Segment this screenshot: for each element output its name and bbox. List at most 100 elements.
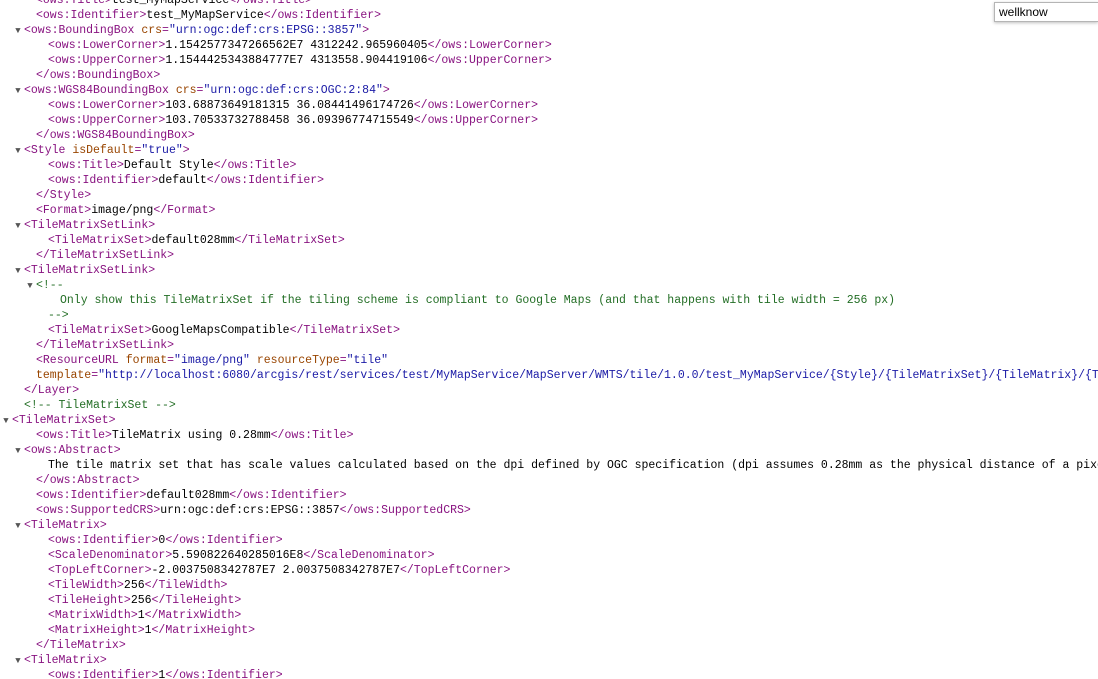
xml-tag: <MatrixWidth> xyxy=(48,609,138,622)
xml-tag: <ows:Identifier> xyxy=(36,9,147,22)
xml-text: default028mm xyxy=(151,234,235,247)
xml-text: 1 xyxy=(137,609,145,622)
xml-line: <ows:Identifier>0</ows:Identifier> xyxy=(0,533,1098,548)
xml-tag: </MatrixWidth> xyxy=(144,609,242,622)
xml-tag: <ows:Identifier> xyxy=(48,669,159,679)
xml-tag: <ows:Identifier> xyxy=(48,174,159,187)
xml-line: <TileHeight>256</TileHeight> xyxy=(0,593,1098,608)
xml-line: </ows:WGS84BoundingBox> xyxy=(0,128,1098,143)
xml-tag: </ows:Identifier> xyxy=(229,489,347,502)
xml-line: <ows:UpperCorner>1.1544425343884777E7 43… xyxy=(0,53,1098,68)
xml-text: default xyxy=(158,174,207,187)
xml-line: ▼ <TileMatrix> xyxy=(0,653,1098,668)
xml-tag: <ows:Abstract> xyxy=(24,444,121,457)
xml-tag: </ows:Abstract> xyxy=(36,474,140,487)
xml-tag: </TileMatrixSet> xyxy=(289,324,400,337)
collapse-toggle-icon[interactable]: ▼ xyxy=(24,279,36,294)
xml-attr-name: template xyxy=(36,369,92,382)
xml-tag: <ows:Identifier> xyxy=(36,489,147,502)
xml-tag: <Format> xyxy=(36,204,92,217)
xml-tag: <ows:SupportedCRS> xyxy=(36,504,161,517)
xml-line: ▼ <TileMatrix> xyxy=(0,518,1098,533)
xml-tag: </ows:Title> xyxy=(229,0,313,7)
xml-attr-value: "tile" xyxy=(346,354,389,367)
xml-tag: <ScaleDenominator> xyxy=(48,549,173,562)
xml-text: 1.1544425343884777E7 4313558.904419106 xyxy=(165,54,428,67)
xml-line: <TileWidth>256</TileWidth> xyxy=(0,578,1098,593)
xml-attr-value: "image/png" xyxy=(174,354,250,367)
xml-line: </TileMatrixSetLink> xyxy=(0,248,1098,263)
xml-tag: </ows:LowerCorner> xyxy=(427,39,552,52)
xml-tag: </ows:Title> xyxy=(270,429,354,442)
xml-tag: </ows:Title> xyxy=(213,159,297,172)
xml-line: <ows:Identifier>1</ows:Identifier> xyxy=(0,668,1098,679)
xml-text: 5.590822640285016E8 xyxy=(172,549,304,562)
xml-tag: > xyxy=(362,24,370,37)
xml-tag: > xyxy=(382,84,390,97)
xml-attr-name: format xyxy=(125,354,168,367)
xml-text: 1.1542577347266562E7 4312242.965960405 xyxy=(165,39,428,52)
xml-line: <TopLeftCorner>-2.0037508342787E7 2.0037… xyxy=(0,563,1098,578)
xml-tag xyxy=(250,354,257,367)
xml-tag: <ows:Identifier> xyxy=(48,534,159,547)
xml-tag: <TileMatrixSetLink> xyxy=(24,219,156,232)
xml-tag: = xyxy=(162,24,169,37)
xml-attr-value: "http://localhost:6080/arcgis/rest/servi… xyxy=(98,369,1098,382)
xml-tag: </TileWidth> xyxy=(144,579,228,592)
xml-attr-value: "urn:ogc:def:crs:EPSG::3857" xyxy=(168,24,363,37)
xml-text: default028mm xyxy=(146,489,230,502)
collapse-toggle-icon[interactable]: ▼ xyxy=(12,444,24,459)
xml-line: <ows:LowerCorner>103.68873649181315 36.0… xyxy=(0,98,1098,113)
xml-tag: <ows:UpperCorner> xyxy=(48,54,166,67)
xml-line: </TileMatrix> xyxy=(0,638,1098,653)
xml-tag: </TileMatrixSetLink> xyxy=(36,339,175,352)
collapse-toggle-icon[interactable]: ▼ xyxy=(12,654,24,669)
xml-line: ▼ <TileMatrixSet> xyxy=(0,413,1098,428)
xml-tree: <ows:Title>test_MyMapService</ows:Title>… xyxy=(0,0,1098,679)
collapse-toggle-icon[interactable]: ▼ xyxy=(12,519,24,534)
xml-tag: <TileWidth> xyxy=(48,579,124,592)
xml-tag: </ows:UpperCorner> xyxy=(413,114,539,127)
xml-line: <ScaleDenominator>5.590822640285016E8</S… xyxy=(0,548,1098,563)
xml-attr-name: crs xyxy=(175,84,197,97)
xml-line: ▼ <ows:BoundingBox crs="urn:ogc:def:crs:E… xyxy=(0,23,1098,38)
xml-viewer: <ows:Title>test_MyMapService</ows:Title>… xyxy=(0,0,1098,679)
xml-tag: </ows:SupportedCRS> xyxy=(339,504,471,517)
xml-tag: </Layer> xyxy=(24,384,80,397)
xml-tag: </MatrixHeight> xyxy=(151,624,256,637)
xml-line: <TileMatrixSet>default028mm</TileMatrixS… xyxy=(0,233,1098,248)
xml-tag: <ows:Title> xyxy=(36,0,112,7)
xml-tag: <ows:LowerCorner> xyxy=(48,99,166,112)
xml-line: <MatrixHeight>1</MatrixHeight> xyxy=(0,623,1098,638)
xml-tag: <TileMatrixSet> xyxy=(12,414,116,427)
xml-tag: <MatrixHeight> xyxy=(48,624,145,637)
xml-line: <Format>image/png</Format> xyxy=(0,203,1098,218)
xml-text: -2.0037508342787E7 2.0037508342787E7 xyxy=(151,564,400,577)
collapse-toggle-icon[interactable]: ▼ xyxy=(0,414,12,429)
xml-comment: <!-- TileMatrixSet --> xyxy=(24,399,176,412)
xml-attr-name: isDefault xyxy=(72,144,135,157)
find-bar[interactable] xyxy=(994,2,1098,22)
collapse-toggle-icon[interactable]: ▼ xyxy=(12,24,24,39)
collapse-toggle-icon[interactable]: ▼ xyxy=(12,144,24,159)
xml-text: The tile matrix set that has scale value… xyxy=(48,459,1098,472)
xml-text: 256 xyxy=(130,594,152,607)
xml-line: ▼ <TileMatrixSetLink> xyxy=(0,263,1098,278)
collapse-toggle-icon[interactable]: ▼ xyxy=(12,84,24,99)
xml-comment: --> xyxy=(48,309,69,322)
xml-tag: </ows:Identifier> xyxy=(165,534,283,547)
xml-line: <ows:Title>TileMatrix using 0.28mm</ows:… xyxy=(0,428,1098,443)
xml-tag: <ows:UpperCorner> xyxy=(48,114,166,127)
xml-text: test_MyMapService xyxy=(111,0,230,7)
xml-text: GoogleMapsCompatible xyxy=(151,324,290,337)
xml-tag: </ows:WGS84BoundingBox> xyxy=(36,129,195,142)
xml-attr-name: resourceType xyxy=(256,354,340,367)
collapse-toggle-icon[interactable]: ▼ xyxy=(12,219,24,234)
collapse-toggle-icon[interactable]: ▼ xyxy=(12,264,24,279)
xml-tag: </ows:Identifier> xyxy=(263,9,382,22)
xml-tag: > xyxy=(182,144,190,157)
xml-text: TileMatrix using 0.28mm xyxy=(111,429,271,442)
xml-tag: </TopLeftCorner> xyxy=(399,564,511,577)
xml-tag: <TileHeight> xyxy=(48,594,131,607)
find-input[interactable] xyxy=(995,3,1098,21)
